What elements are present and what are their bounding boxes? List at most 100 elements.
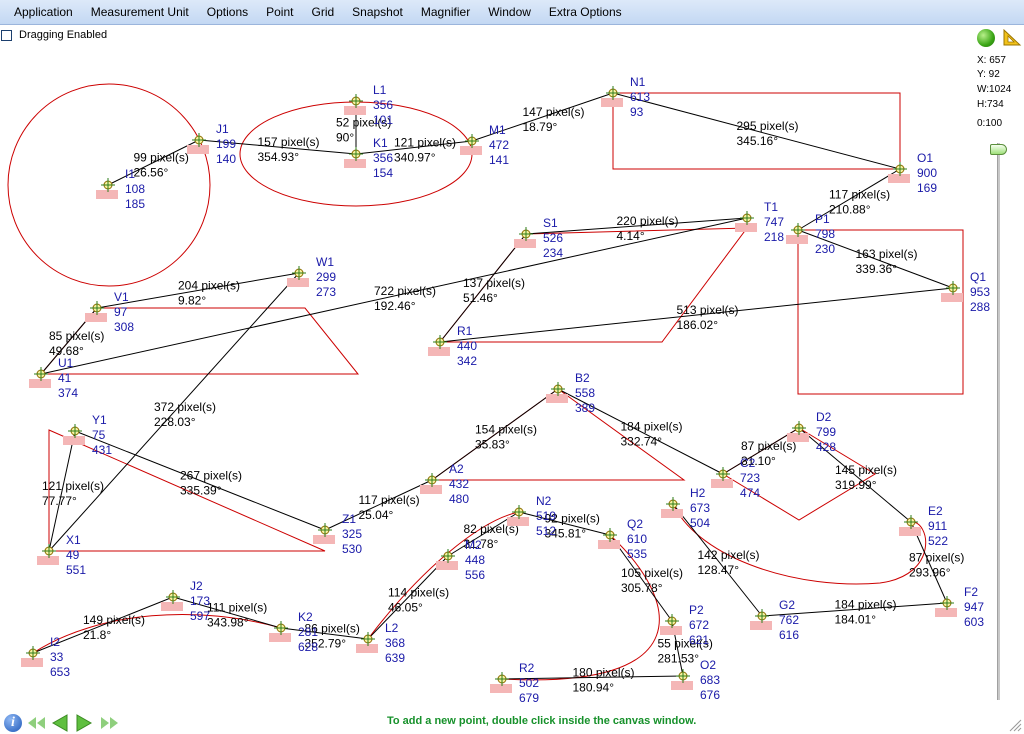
point-e2[interactable]: E2911522	[899, 504, 948, 548]
point-y-label: 308	[114, 320, 134, 334]
point-marker-box	[161, 602, 183, 611]
segment-angle-label: 332.74°	[621, 435, 663, 449]
point-j1[interactable]: J1199140	[187, 122, 236, 166]
segment-angle-label: 281.53°	[658, 652, 700, 666]
point-marker-box	[21, 658, 43, 667]
point-u1[interactable]: U141374	[29, 356, 78, 400]
segment-length-label: 204 pixel(s)	[178, 279, 240, 293]
point-m1[interactable]: M1472141	[460, 123, 509, 167]
point-x-label: 448	[465, 553, 485, 567]
segment-angle-label: 51.46°	[463, 291, 498, 305]
point-name-label: J2	[190, 579, 203, 593]
point-w1[interactable]: W1299273	[287, 255, 336, 299]
point-y-label: 603	[964, 615, 984, 629]
point-name-label: X1	[66, 533, 81, 547]
point-marker-box	[85, 313, 107, 322]
point-marker-box	[546, 394, 568, 403]
point-marker-box	[187, 145, 209, 154]
rewind-icon[interactable]	[26, 715, 48, 731]
point-name-label: H2	[690, 486, 706, 500]
segment-length-label: 111 pixel(s)	[207, 601, 267, 615]
segment-length-label: 157 pixel(s)	[258, 135, 320, 149]
segment-length-label: 184 pixel(s)	[835, 598, 897, 612]
point-i2[interactable]: I233653	[21, 635, 70, 679]
point-marker-box	[671, 681, 693, 690]
point-y-label: 556	[465, 568, 485, 582]
forward-icon[interactable]	[74, 713, 94, 733]
point-y-label: 679	[519, 691, 539, 705]
point-y-label: 431	[92, 443, 112, 457]
point-name-label: G2	[779, 598, 795, 612]
zoom-slider-thumb[interactable]	[990, 144, 1007, 155]
segment-angle-label: 21.8°	[83, 628, 111, 642]
point-x-label: 281	[298, 625, 318, 639]
point-name-label: Q1	[970, 270, 986, 284]
segment-length-label: 145 pixel(s)	[835, 463, 897, 477]
point-n1[interactable]: N161393	[601, 75, 650, 119]
point-y-label: 616	[779, 628, 799, 642]
resize-grip-icon[interactable]	[1008, 718, 1022, 732]
point-y-label: 93	[630, 105, 644, 119]
point-b2[interactable]: B2558389	[546, 371, 595, 415]
point-y-label: 504	[690, 516, 710, 530]
point-o1[interactable]: O1900169	[888, 151, 937, 195]
point-s1[interactable]: S1526234	[514, 216, 563, 260]
point-p1[interactable]: P1798230	[786, 212, 835, 256]
point-r2[interactable]: R2502679	[490, 661, 539, 705]
point-marker-box	[899, 527, 921, 536]
point-x-label: 558	[575, 386, 595, 400]
segment-angle-label: 90°	[336, 131, 354, 145]
point-marker-box	[735, 223, 757, 232]
point-l2[interactable]: L2368639	[356, 621, 405, 665]
point-name-label: U1	[58, 356, 74, 370]
point-y-label: 141	[489, 153, 509, 167]
point-name-label: V1	[114, 290, 129, 304]
segment-length-label: 114 pixel(s)	[388, 586, 449, 600]
readout-height: H:734	[977, 99, 1004, 110]
segment-angle-label: 305.78°	[621, 581, 663, 595]
point-y-label: 230	[815, 242, 835, 256]
point-a2[interactable]: A2432480	[420, 462, 469, 506]
green-status-icon[interactable]	[977, 29, 995, 47]
point-x1[interactable]: X149551	[37, 533, 86, 577]
back-icon[interactable]	[50, 713, 70, 733]
point-q1[interactable]: Q1953288	[941, 270, 990, 314]
point-x-label: 41	[58, 371, 72, 385]
segment-angle-label: 186.02°	[677, 318, 719, 332]
point-v1[interactable]: V197308	[85, 290, 134, 334]
drawing-canvas[interactable]: 99 pixel(s)26.56°157 pixel(s)354.93°52 p…	[0, 0, 1024, 734]
point-name-label: T1	[764, 200, 778, 214]
point-x-label: 798	[815, 227, 835, 241]
hint-text: To add a new point, double click inside …	[387, 715, 697, 727]
point-marker-box	[436, 561, 458, 570]
point-x-label: 613	[630, 90, 650, 104]
point-y-label: 522	[928, 534, 948, 548]
point-c2[interactable]: C2723474	[711, 456, 760, 500]
point-name-label: P1	[815, 212, 830, 226]
zoom-slider-track[interactable]	[997, 143, 1000, 700]
point-k2[interactable]: K2281628	[269, 610, 318, 654]
point-x-label: 173	[190, 594, 210, 608]
measure-triangle-icon[interactable]	[1002, 29, 1022, 47]
point-x-label: 683	[700, 673, 720, 687]
point-t1[interactable]: T1747218	[735, 200, 784, 244]
point-m2[interactable]: M2448556	[436, 538, 485, 582]
segment-angle-label: 339.36°	[856, 262, 898, 276]
segment-length-label: 154 pixel(s)	[475, 423, 537, 437]
point-marker-box	[935, 608, 957, 617]
point-g2[interactable]: G2762616	[750, 598, 799, 642]
point-r1[interactable]: R1440342	[428, 324, 477, 368]
point-marker-box	[344, 159, 366, 168]
point-marker-box	[786, 235, 808, 244]
point-name-label: L1	[373, 83, 387, 97]
point-x-label: 368	[385, 636, 405, 650]
point-x-label: 108	[125, 182, 145, 196]
segment-length-label: 513 pixel(s)	[677, 303, 739, 317]
info-icon[interactable]: i	[4, 714, 22, 732]
fast-forward-icon[interactable]	[98, 715, 120, 731]
point-x-label: 953	[970, 285, 990, 299]
segment-angle-label: 319.99°	[835, 478, 877, 492]
segment-angle-label: 9.82°	[178, 294, 206, 308]
segment-angle-label: 335.39°	[180, 484, 222, 498]
point-q2[interactable]: Q2610535	[598, 517, 647, 561]
